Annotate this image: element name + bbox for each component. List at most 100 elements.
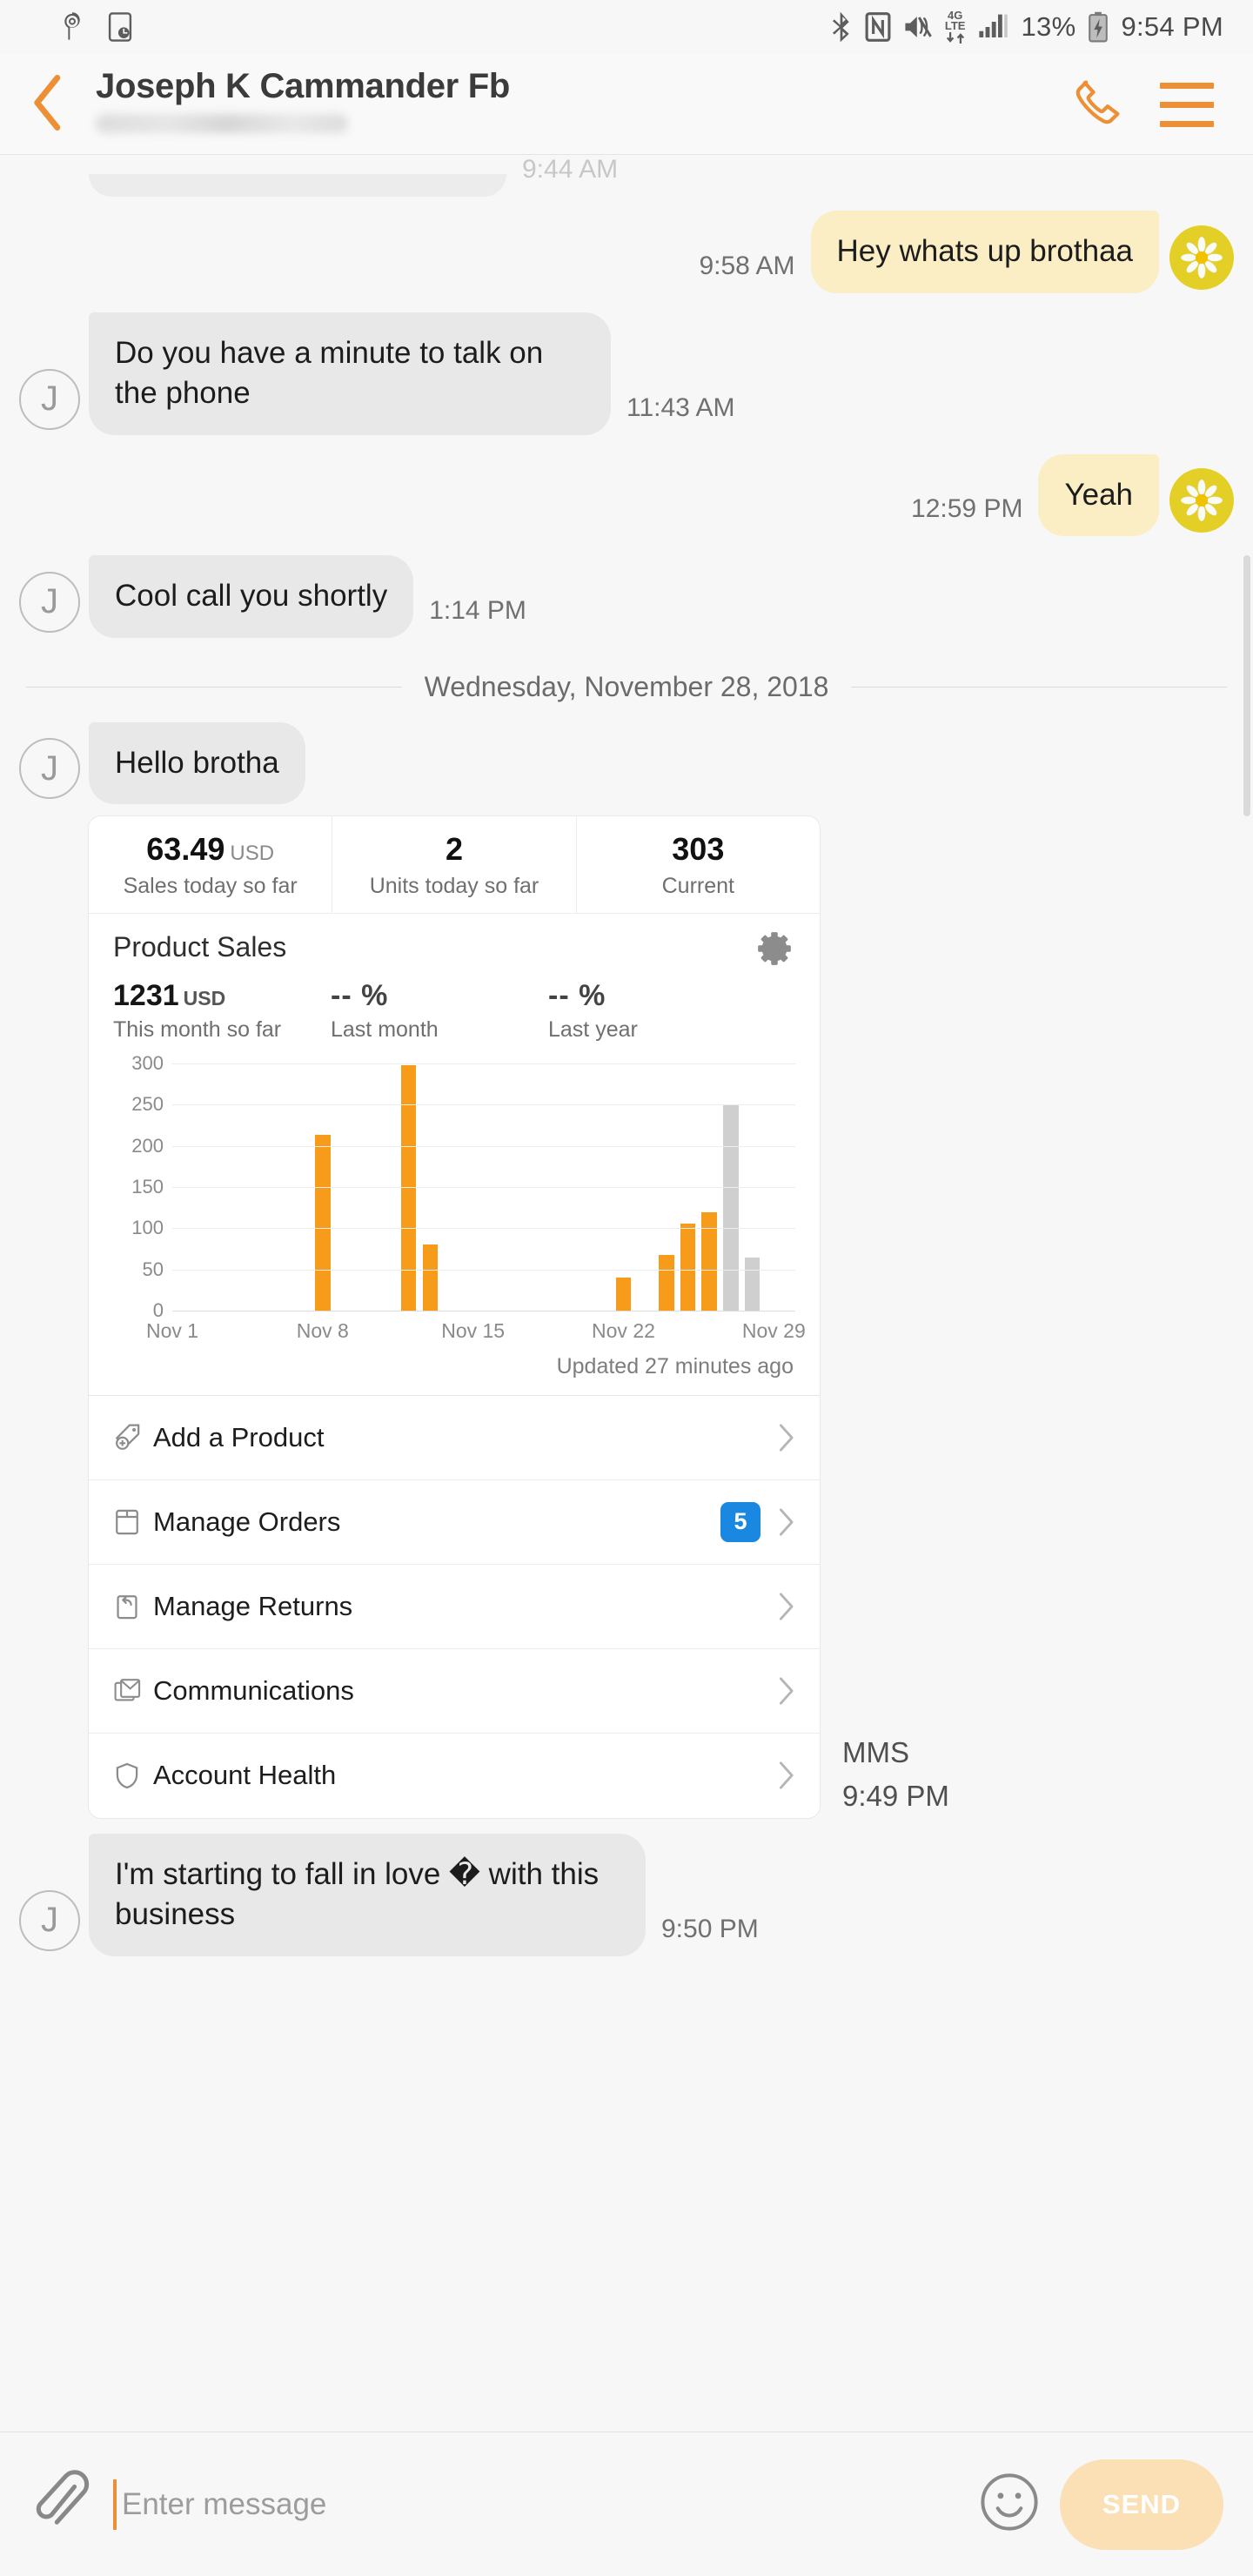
metric-label: Sales today so far	[123, 873, 298, 898]
chart-gridline	[172, 1269, 795, 1271]
mms-attachment-card[interactable]: 63.49 USD Sales today so far 2 Units toda…	[89, 816, 820, 1818]
metric-label: Current	[661, 873, 734, 898]
metric-tile[interactable]: 2 Units today so far	[332, 816, 577, 913]
message-thread[interactable]: 9:44 AM 9:58 AM Hey whats up brothaa J D…	[0, 155, 1253, 2432]
chart-bar	[659, 1255, 674, 1311]
chart-y-tick-label: 300	[131, 1051, 164, 1074]
4g-lte-icon: 4G LTE	[944, 10, 966, 44]
kpi-label: Last month	[331, 1016, 439, 1042]
menu-item-add-a-product[interactable]: Add a Product	[89, 1396, 820, 1480]
message-input-bar: Enter message SEND	[0, 2432, 1253, 2576]
status-badge: 5	[720, 1501, 761, 1542]
send-button[interactable]: SEND	[1060, 2459, 1223, 2550]
box-orders-icon	[113, 1507, 153, 1537]
date-divider-label: Wednesday, November 28, 2018	[424, 670, 829, 702]
back-button[interactable]	[0, 54, 96, 155]
chevron-right-icon	[776, 1507, 795, 1537]
chart-plot-area: 0 50 100 150 200 250 300	[131, 1052, 795, 1321]
menu-item-manage-returns[interactable]: Manage Returns	[89, 1565, 820, 1649]
thread-scrollbar[interactable]	[1243, 555, 1250, 816]
gear-icon[interactable]	[755, 929, 794, 968]
battery-percent-label: 13%	[1021, 11, 1076, 42]
message-timestamp: 9:58 AM	[699, 251, 795, 280]
chart-x-tick-label: Nov 1	[145, 1318, 199, 1342]
kpi-value: -- %	[331, 978, 389, 1012]
page-title: Joseph K Cammander Fb	[96, 67, 511, 105]
returns-box-icon	[113, 1592, 153, 1621]
mms-meta: MMS 9:49 PM	[842, 1736, 949, 1813]
kpi: -- % Last year	[548, 979, 766, 1043]
chart-gridline	[172, 1145, 795, 1147]
metric-unit: USD	[230, 842, 275, 866]
menu-button[interactable]	[1156, 73, 1218, 136]
account-health-icon	[113, 1761, 153, 1790]
message-bubble-outgoing[interactable]: Yeah	[1038, 453, 1159, 537]
emoji-button[interactable]	[975, 2470, 1044, 2539]
status-bar: 4G LTE 13% 9:54 PM	[0, 0, 1253, 54]
smiley-face-icon	[978, 2471, 1041, 2538]
menu-item-account-health[interactable]: Account Health	[89, 1734, 820, 1818]
kpi-value: 1231 USD	[113, 978, 226, 1012]
chart-bar	[744, 1258, 761, 1311]
menu-item-manage-orders[interactable]: Manage Orders 5	[89, 1480, 820, 1565]
chart-y-tick-label: 150	[131, 1175, 164, 1197]
text-cursor	[113, 2479, 117, 2530]
message-row: J Cool call you shortly 1:14 PM	[0, 555, 1253, 638]
chart-updated-label: Updated 27 minutes ago	[89, 1351, 820, 1396]
message-timestamp: 9:50 PM	[661, 1914, 759, 1943]
message-bubble-incoming[interactable]: Hello brotha	[89, 721, 305, 805]
kpi-unit: USD	[183, 986, 226, 1010]
chevron-right-icon	[776, 1423, 795, 1452]
call-button[interactable]	[1065, 73, 1128, 136]
attach-button[interactable]	[21, 2465, 101, 2545]
kpi-value: -- %	[548, 978, 606, 1012]
chart-gridline	[172, 1063, 795, 1064]
avatar: J	[19, 571, 80, 633]
chart-x-axis: Nov 1 Nov 8 Nov 15 Nov 22 Nov 29	[146, 1316, 806, 1352]
location-pin-icon	[59, 12, 85, 42]
kpi-label: Last year	[548, 1016, 638, 1042]
message-timestamp: 11:43 AM	[626, 392, 735, 422]
metric-tiles: 63.49 USD Sales today so far 2 Units toda…	[89, 816, 820, 914]
chart-bar	[723, 1105, 739, 1311]
message-row: J Do you have a minute to talk on the ph…	[0, 312, 1253, 435]
message-row: 9:58 AM Hey whats up brothaa	[0, 211, 1253, 293]
menu-item-label: Manage Returns	[153, 1590, 353, 1621]
divider-line-left	[26, 686, 402, 688]
chart-gridline	[172, 1186, 795, 1188]
message-bubble-incoming[interactable]: Cool call you shortly	[89, 555, 414, 638]
menu-item-label: Communications	[153, 1674, 354, 1706]
chart-bar	[315, 1135, 331, 1311]
network-type-label: LTE	[944, 19, 966, 32]
message-input-field[interactable]: Enter message	[101, 2465, 975, 2545]
daisy-flower-avatar	[1169, 468, 1234, 533]
chevron-right-icon	[776, 1761, 795, 1790]
menu-item-label: Add a Product	[153, 1421, 325, 1452]
message-row-clipped: 9:44 AM	[0, 155, 1253, 197]
chart-gridline	[172, 1228, 795, 1230]
message-bubble-incoming[interactable]: Do you have a minute to talk on the phon…	[89, 312, 611, 435]
metric-value: 303	[672, 831, 725, 868]
message-timestamp: 1:14 PM	[429, 595, 526, 625]
search-input-placeholder: Enter message	[122, 2486, 327, 2521]
bluetooth-icon	[830, 10, 853, 44]
menu-item-label: Account Health	[153, 1760, 337, 1791]
status-bar-right: 4G LTE 13% 9:54 PM	[830, 10, 1223, 44]
chevron-right-icon	[776, 1592, 795, 1621]
back-chevron-icon	[30, 73, 66, 137]
price-tag-add-icon	[113, 1423, 153, 1452]
envelope-mail-icon	[113, 1677, 153, 1705]
chart-y-tick-label: 100	[131, 1217, 164, 1239]
message-bubble-outgoing[interactable]: Hey whats up brothaa	[810, 211, 1159, 293]
chart-x-tick-label: Nov 22	[592, 1318, 655, 1342]
panel-kpis: 1231 USD This month so far -- % Last mont…	[113, 979, 795, 1043]
metric-tile[interactable]: 303 Current	[577, 816, 820, 913]
conversation-header: Joseph K Cammander Fb	[0, 54, 1253, 155]
avatar: J	[19, 738, 80, 800]
menu-item-communications[interactable]: Communications	[89, 1649, 820, 1734]
metric-tile[interactable]: 63.49 USD Sales today so far	[89, 816, 333, 913]
paperclip-icon	[30, 2468, 91, 2540]
panel-title: Product Sales	[113, 930, 287, 963]
message-bubble-incoming[interactable]: I'm starting to fall in love � with this…	[89, 1833, 646, 1956]
message-timestamp: 12:59 PM	[911, 494, 1023, 524]
